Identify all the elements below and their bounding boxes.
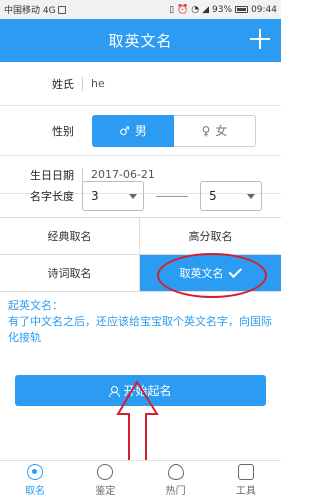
description-title: 起英文名： [8, 299, 63, 312]
length-max-select[interactable]: 5 [200, 181, 262, 211]
nav-tab-tools[interactable]: 工具 [211, 461, 281, 500]
vibrate-icon: ▯ [169, 4, 175, 15]
appraise-icon [97, 464, 114, 480]
status-bar: 中国移动 4G ▯ ⏰ ◔ ◢ 93% 09:44 [0, 0, 281, 19]
highlight-ellipse [157, 253, 267, 298]
nav-tab-appraise[interactable]: 鉴定 [70, 461, 140, 500]
hot-icon [167, 464, 184, 480]
wifi-icon: ◔ [191, 4, 200, 15]
title-bar: 取英文名 [0, 19, 281, 62]
nav-tab-hot[interactable]: 热门 [141, 461, 211, 500]
name-icon [27, 464, 44, 480]
battery-icon [235, 6, 249, 13]
surname-input[interactable]: he [91, 77, 105, 90]
mode-description: 起英文名： 有了中文名之后，还应该给宝宝取个英文名字，向国际化接轨 [8, 298, 273, 346]
chevron-down-icon [129, 193, 137, 199]
gender-male-button[interactable]: ♂ 男 [92, 114, 174, 147]
male-icon: ♂ [119, 123, 130, 138]
female-icon: ♀ [201, 123, 211, 138]
nav-tab-name[interactable]: 取名 [0, 461, 70, 500]
gender-female-button[interactable]: ♀ 女 [174, 114, 256, 147]
gender-label: 性别 [52, 124, 74, 138]
description-body: 有了中文名之后，还应该给宝宝取个英文名字，向国际化接轨 [8, 315, 272, 344]
signal-icon: ◢ [202, 4, 210, 15]
bottom-nav: 取名 鉴定 热门 工具 [0, 460, 281, 500]
add-icon[interactable] [248, 27, 272, 51]
gender-toggle: ♂ 男 ♀ 女 [92, 114, 256, 147]
chevron-down-icon [247, 193, 255, 199]
tools-icon [237, 464, 254, 480]
surname-label: 姓氏 [52, 77, 74, 91]
range-separator [156, 195, 188, 197]
alarm-icon: ⏰ [177, 4, 189, 15]
name-length-row: 名字长度 3 5 [0, 175, 281, 217]
battery-percent: 93% [212, 4, 233, 15]
mode-high-score[interactable]: 高分取名 [140, 218, 281, 255]
mode-poetry[interactable]: 诗词取名 [0, 255, 140, 292]
mode-classic[interactable]: 经典取名 [0, 218, 140, 255]
name-length-label: 名字长度 [30, 190, 74, 203]
page-title: 取英文名 [108, 32, 173, 50]
clock-time: 09:44 [251, 4, 277, 15]
image-notification-icon [57, 5, 66, 14]
gender-row: 性别 ♂ 男 ♀ 女 [0, 106, 281, 156]
length-min-select[interactable]: 3 [82, 181, 144, 211]
carrier-label: 中国移动 4G [4, 6, 56, 16]
surname-row: 姓氏 he [0, 62, 281, 106]
